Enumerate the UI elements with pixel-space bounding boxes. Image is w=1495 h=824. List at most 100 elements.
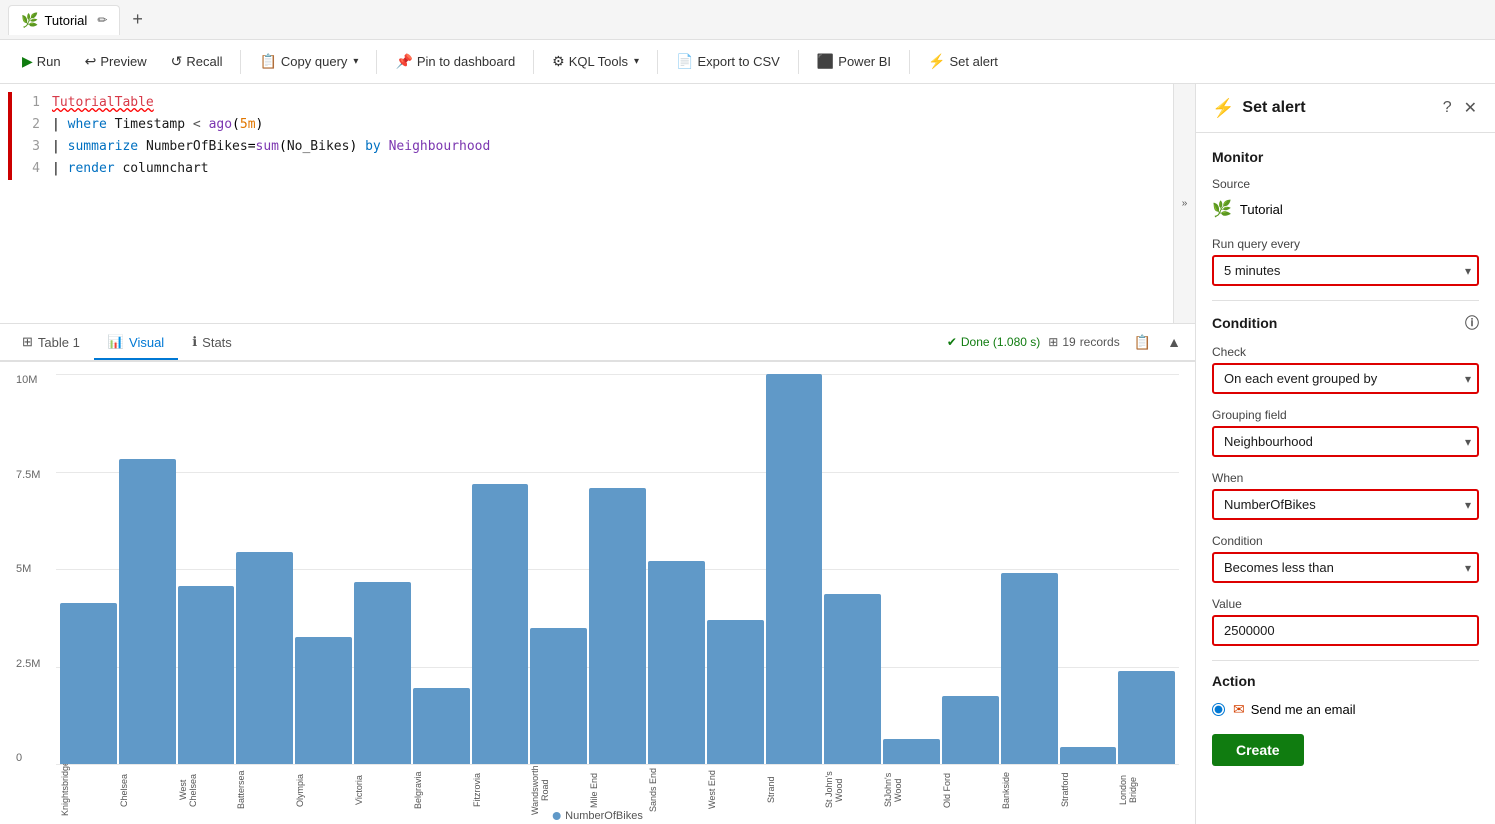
panel-title-text: Set alert xyxy=(1242,99,1305,117)
y-label-0: 0 xyxy=(16,752,40,764)
pin-icon: 📌 xyxy=(395,53,412,70)
run-query-select-wrapper: 1 minute 5 minutes 10 minutes 30 minutes… xyxy=(1212,255,1479,286)
results-status: ✔ Done (1.080 s) ⊞ 19 records 📋 ▲ xyxy=(947,331,1187,354)
table-icon: ⊞ xyxy=(22,334,33,350)
run-icon: ▶ xyxy=(22,53,33,70)
done-status: ✔ Done (1.080 s) xyxy=(947,335,1040,349)
records-status: ⊞ 19 records xyxy=(1048,335,1119,349)
bar-13 xyxy=(824,594,881,764)
grouping-select[interactable]: Neighbourhood xyxy=(1212,426,1479,457)
editor-collapse-panel[interactable]: » xyxy=(1173,84,1195,323)
bar-17 xyxy=(1060,747,1117,764)
x-label-4: Olympia xyxy=(295,764,352,816)
export-label: Export to CSV xyxy=(697,54,779,69)
x-label-10: Sands End xyxy=(648,764,705,816)
condition-select[interactable]: Becomes less than Becomes greater than E… xyxy=(1212,552,1479,583)
bar-15 xyxy=(942,696,999,764)
y-label-5m: 5M xyxy=(16,563,40,575)
condition-field-label: Condition xyxy=(1212,534,1479,548)
create-button-wrapper: Create xyxy=(1212,718,1479,766)
condition-section-title: Condition ⓘ xyxy=(1212,313,1479,333)
x-label-6: Belgravia xyxy=(413,764,470,816)
bar-1 xyxy=(119,459,176,764)
bar-5 xyxy=(354,582,411,764)
bar-6 xyxy=(413,688,470,764)
power-bi-label: Power BI xyxy=(838,54,891,69)
email-radio-item: ✉ Send me an email xyxy=(1212,701,1479,718)
condition-title-text: Condition xyxy=(1212,315,1277,331)
panel-help-button[interactable]: ? xyxy=(1441,96,1454,120)
x-label-16: Bankside xyxy=(1001,764,1058,816)
tutorial-tab[interactable]: 🌿 Tutorial ✏ xyxy=(8,5,120,35)
export-csv-button[interactable]: 📄 Export to CSV xyxy=(666,48,790,75)
copy-icon: 📋 xyxy=(259,53,276,70)
chart-area: 10M 7.5M 5M 2.5M 0 Knightsb xyxy=(0,362,1195,824)
records-label: records xyxy=(1080,335,1120,349)
bar-3 xyxy=(236,552,293,764)
done-text: Done (1.080 s) xyxy=(961,335,1040,349)
set-alert-button[interactable]: ⚡ Set alert xyxy=(918,48,1008,75)
legend-label: NumberOfBikes xyxy=(565,810,643,822)
radio-group: ✉ Send me an email xyxy=(1212,701,1479,718)
check-select[interactable]: On each event grouped by On aggregate va… xyxy=(1212,363,1479,394)
tab-visual[interactable]: 📊 Visual xyxy=(94,326,178,360)
tab-table-1[interactable]: ⊞ Table 1 xyxy=(8,326,94,360)
copy-query-button[interactable]: 📋 Copy query xyxy=(249,48,368,75)
collapse-arrow-icon: » xyxy=(1182,198,1188,209)
done-checkmark-icon: ✔ xyxy=(947,335,957,349)
copy-query-label: Copy query xyxy=(281,54,347,69)
bar-9 xyxy=(589,488,646,764)
pin-dashboard-button[interactable]: 📌 Pin to dashboard xyxy=(385,48,525,75)
source-field: Source 🌿 Tutorial xyxy=(1212,177,1479,223)
line-indicator-3 xyxy=(8,136,12,158)
x-label-3: Battersea xyxy=(236,764,293,816)
tab-bar: 🌿 Tutorial ✏ + xyxy=(0,0,1495,40)
create-button[interactable]: Create xyxy=(1212,734,1304,766)
bar-4 xyxy=(295,637,352,764)
set-alert-label: Set alert xyxy=(949,54,997,69)
recall-label: Recall xyxy=(186,54,222,69)
x-label-7: Fitzrovia xyxy=(472,764,529,816)
action-section: Action ✉ Send me an email xyxy=(1212,673,1479,718)
grouping-select-wrapper: Neighbourhood ▾ xyxy=(1212,426,1479,457)
panel-content: Monitor Source 🌿 Tutorial Run query ever… xyxy=(1196,133,1495,824)
kql-tools-button[interactable]: ⚙ KQL Tools xyxy=(542,48,649,75)
tab-edit-icon[interactable]: ✏ xyxy=(97,13,107,27)
x-label-2: West Chelsea xyxy=(178,764,235,816)
email-radio-label: ✉ Send me an email xyxy=(1233,701,1356,718)
when-select[interactable]: NumberOfBikes xyxy=(1212,489,1479,520)
preview-button[interactable]: ↩ Preview xyxy=(75,48,157,75)
lightning-icon: ⚡ xyxy=(1212,98,1234,119)
export-icon: 📄 xyxy=(676,53,693,70)
email-radio[interactable] xyxy=(1212,703,1225,716)
recall-button[interactable]: ↺ Recall xyxy=(161,48,233,75)
separator-5 xyxy=(798,50,799,74)
add-tab-button[interactable]: + xyxy=(124,5,151,34)
code-line-3: 3 | summarize NumberOfBikes=sum(No_Bikes… xyxy=(0,136,1195,158)
tab-table-label: Table 1 xyxy=(38,335,80,350)
check-select-wrapper: On each event grouped by On aggregate va… xyxy=(1212,363,1479,394)
bar-16 xyxy=(1001,573,1058,764)
results-copy-button[interactable]: 📋 xyxy=(1128,331,1157,354)
editor-area: 1 TutorialTable 2 | where Timestamp < ag… xyxy=(0,84,1195,824)
panel-close-button[interactable]: ✕ xyxy=(1462,96,1479,120)
x-label-12: Strand xyxy=(766,764,823,816)
power-bi-button[interactable]: ⬛ Power BI xyxy=(807,48,901,75)
panel-header: ⚡ Set alert ? ✕ xyxy=(1196,84,1495,133)
x-label-1: Chelsea xyxy=(119,764,176,816)
run-button[interactable]: ▶ Run xyxy=(12,48,71,75)
separator-4 xyxy=(657,50,658,74)
when-label: When xyxy=(1212,471,1479,485)
grouping-field: Grouping field Neighbourhood ▾ xyxy=(1212,408,1479,457)
y-label-75m: 7.5M xyxy=(16,469,40,481)
condition-info-icon[interactable]: ⓘ xyxy=(1465,313,1479,333)
code-line-1: 1 TutorialTable xyxy=(0,92,1195,114)
main-layout: 1 TutorialTable 2 | where Timestamp < ag… xyxy=(0,84,1495,824)
bar-10 xyxy=(648,561,705,764)
code-editor: 1 TutorialTable 2 | where Timestamp < ag… xyxy=(0,84,1195,324)
value-input[interactable] xyxy=(1212,615,1479,646)
run-query-select[interactable]: 1 minute 5 minutes 10 minutes 30 minutes… xyxy=(1212,255,1479,286)
tab-stats[interactable]: ℹ Stats xyxy=(178,326,246,360)
results-expand-button[interactable]: ▲ xyxy=(1161,331,1187,354)
x-label-14: StJohn's Wood xyxy=(883,764,940,816)
